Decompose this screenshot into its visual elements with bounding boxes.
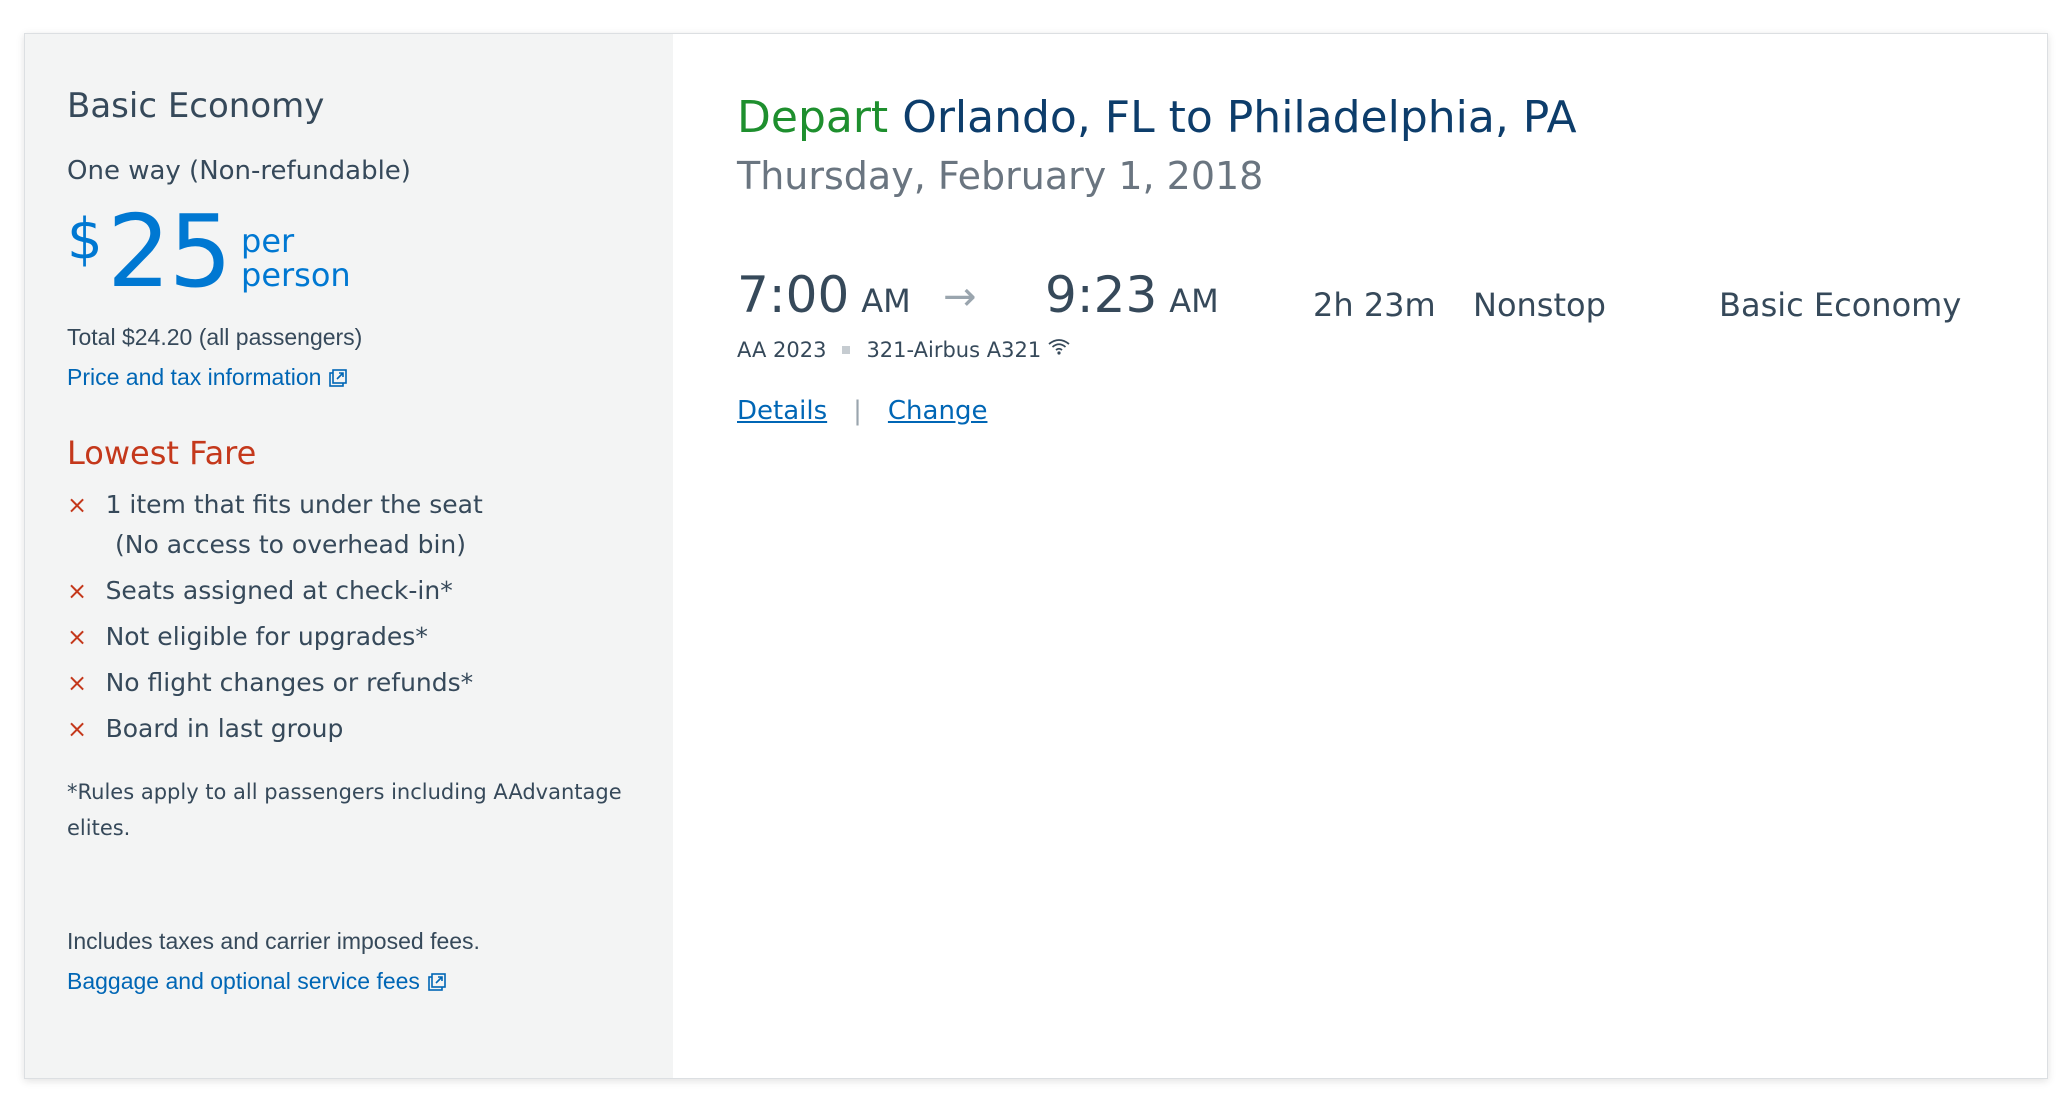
details-link[interactable]: Details [737,396,827,426]
price-currency: $ [67,207,103,272]
separator-dot [842,345,851,354]
flight-details-panel: Depart Orlando, FL to Philadelphia, PA T… [673,34,2047,1078]
wifi-icon [1047,336,1071,355]
price-tax-link-label[interactable]: Price and tax information [67,364,321,390]
flight-date: Thursday, February 1, 2018 [737,154,1264,198]
external-link-icon[interactable] [329,366,348,387]
baggage-fees-link-label[interactable]: Baggage and optional service fees [67,968,420,994]
flight-stops: Nonstop [1473,286,1606,324]
rule-list-item: × 1 item that fits under the seat [67,490,483,519]
rule-text: No flight changes or refunds* [105,668,474,697]
includes-taxes-note: Includes taxes and carrier imposed fees. [67,928,480,954]
depart-time: 7:00 AM [737,266,911,324]
arrive-time: 9:23 AM [1045,266,1219,324]
price-tax-link[interactable]: Price and tax information [67,364,348,391]
price-amount: 25 [107,193,232,310]
x-icon: × [67,491,88,519]
rule-list-item: × No flight changes or refunds* [67,668,473,697]
flight-info-row: AA 2023 321-Airbus A321 [737,336,1071,362]
rule-text: 1 item that fits under the seat [105,490,483,519]
arrive-time-ampm: AM [1169,282,1219,320]
price-unit-person: person [241,256,351,294]
cabin-class: Basic Economy [1719,286,1962,324]
x-icon: × [67,577,88,605]
route-label: Orlando, FL to Philadelphia, PA [902,92,1577,143]
rule-subtext: (No access to overhead bin) [115,530,467,559]
rules-footnote: *Rules apply to all passengers including… [67,780,622,840]
fare-summary-panel: Basic Economy One way (Non-refundable) $… [25,34,673,1078]
price-unit-per: per [241,222,295,260]
x-icon: × [67,715,88,743]
trip-type: One way (Non-refundable) [67,156,411,186]
lowest-fare-heading: Lowest Fare [67,434,257,472]
external-link-icon[interactable] [428,970,446,991]
rule-list-item: × Seats assigned at check-in* [67,576,453,605]
aircraft-type: 321-Airbus A321 [866,338,1042,362]
flight-actions: Details | Change [737,396,987,426]
rule-text: Not eligible for upgrades* [105,622,428,651]
x-icon: × [67,623,88,651]
rule-list-item: × Board in last group [67,714,343,743]
fare-name: Basic Economy [67,86,325,126]
page-title: Depart Orlando, FL to Philadelphia, PA [737,92,1577,143]
total-price: Total $24.20 (all passengers) [67,324,363,350]
depart-label: Depart [737,92,889,143]
rule-list-item: × Not eligible for upgrades* [67,622,428,651]
change-link[interactable]: Change [888,396,988,426]
flight-fare-card: Basic Economy One way (Non-refundable) $… [24,33,2048,1079]
x-icon: × [67,669,88,697]
depart-time-ampm: AM [861,282,911,320]
flight-number: AA 2023 [737,338,827,362]
rule-text: Seats assigned at check-in* [105,576,453,605]
flight-duration: 2h 23m [1313,286,1436,324]
action-separator: | [853,396,862,426]
rule-text: Board in last group [105,714,344,743]
arrow-right-icon: → [943,274,977,320]
depart-time-value: 7:00 [737,266,850,324]
baggage-fees-link[interactable]: Baggage and optional service fees [67,968,446,995]
arrive-time-value: 9:23 [1045,266,1158,324]
